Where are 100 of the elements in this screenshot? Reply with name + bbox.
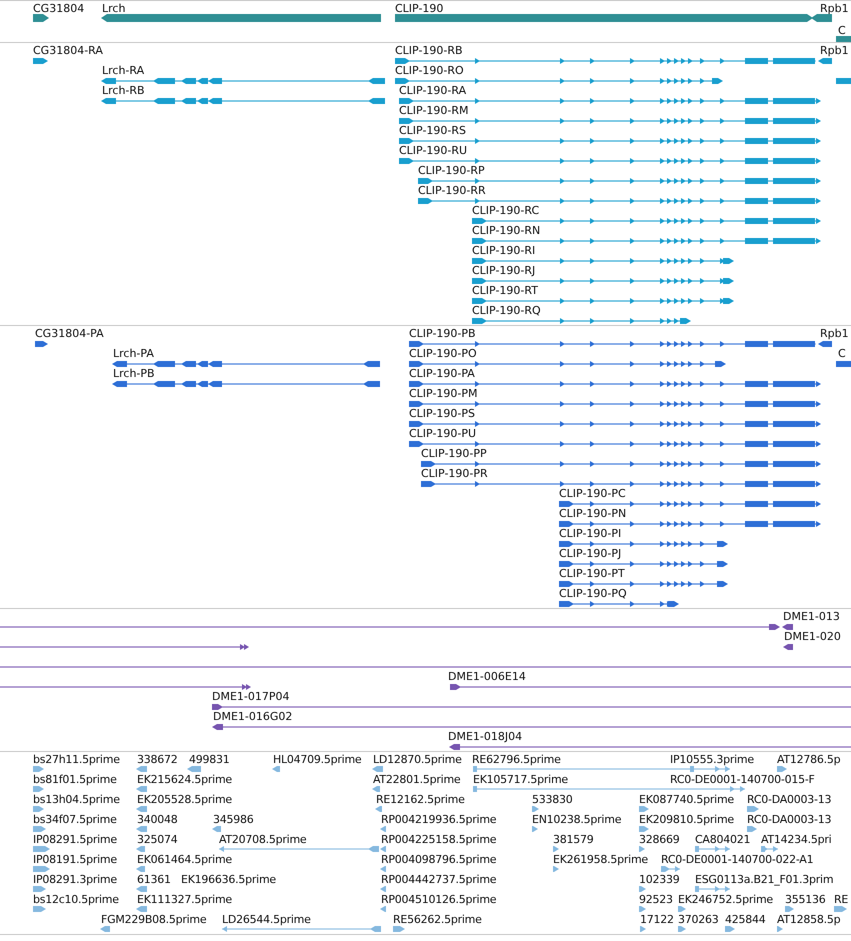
polypeptide-glyph[interactable] <box>836 359 851 369</box>
transcript-glyph[interactable] <box>418 176 820 186</box>
est-glyph[interactable] <box>33 764 43 774</box>
est-glyph[interactable] <box>553 844 558 854</box>
transcript-glyph[interactable] <box>472 256 733 266</box>
est-glyph[interactable] <box>373 784 380 794</box>
est-glyph[interactable] <box>137 904 147 914</box>
transcript-glyph[interactable] <box>399 116 820 126</box>
transcript-glyph[interactable] <box>395 56 815 66</box>
est-glyph[interactable] <box>33 904 45 914</box>
transcript-glyph[interactable] <box>472 236 820 246</box>
est-glyph[interactable] <box>553 864 558 874</box>
est-glyph[interactable] <box>381 844 385 854</box>
transcript-glyph[interactable] <box>472 316 690 325</box>
clone-glyph[interactable] <box>213 722 851 732</box>
est-glyph[interactable] <box>137 764 147 774</box>
gene-glyph[interactable] <box>395 13 812 23</box>
est-glyph[interactable] <box>33 824 45 834</box>
est-glyph[interactable] <box>532 804 538 814</box>
est-glyph[interactable] <box>213 824 221 834</box>
est-glyph[interactable] <box>695 884 730 894</box>
polypeptide-glyph[interactable] <box>819 339 832 349</box>
est-glyph[interactable] <box>761 844 778 854</box>
polypeptide-glyph[interactable] <box>409 379 820 389</box>
est-glyph[interactable] <box>188 764 201 774</box>
est-glyph[interactable] <box>678 924 685 934</box>
polypeptide-glyph[interactable] <box>113 359 380 369</box>
est-glyph[interactable] <box>747 824 756 834</box>
polypeptide-glyph[interactable] <box>559 559 727 569</box>
est-glyph[interactable] <box>639 844 644 854</box>
transcript-glyph[interactable] <box>472 216 820 226</box>
polypeptide-glyph[interactable] <box>113 379 380 389</box>
polypeptide-glyph[interactable] <box>421 459 820 469</box>
est-glyph[interactable] <box>639 824 648 834</box>
est-glyph[interactable] <box>690 764 730 774</box>
est-glyph[interactable] <box>381 904 385 914</box>
clone-glyph[interactable] <box>0 622 778 632</box>
est-glyph[interactable] <box>785 904 793 914</box>
transcript-glyph[interactable] <box>418 196 820 206</box>
clone-glyph[interactable] <box>450 742 851 751</box>
est-glyph[interactable] <box>393 924 404 934</box>
est-glyph[interactable] <box>137 804 147 814</box>
est-glyph[interactable] <box>33 784 43 794</box>
clone-glyph[interactable] <box>450 682 851 692</box>
est-glyph[interactable] <box>777 924 782 934</box>
gene-glyph[interactable] <box>33 13 47 23</box>
clone-glyph[interactable] <box>0 642 248 652</box>
polypeptide-glyph[interactable] <box>409 359 725 369</box>
est-glyph[interactable] <box>137 784 147 794</box>
est-glyph[interactable] <box>33 844 49 854</box>
est-glyph[interactable] <box>532 824 537 834</box>
est-glyph[interactable] <box>137 844 145 854</box>
est-glyph[interactable] <box>137 824 147 834</box>
est-glyph[interactable] <box>273 764 280 774</box>
est-glyph[interactable] <box>33 884 45 894</box>
est-glyph[interactable] <box>777 764 786 774</box>
est-glyph[interactable] <box>695 844 730 854</box>
transcript-glyph[interactable] <box>472 296 733 306</box>
est-glyph[interactable] <box>639 904 645 914</box>
transcript-glyph[interactable] <box>472 276 733 286</box>
transcript-glyph[interactable] <box>836 76 851 86</box>
est-glyph[interactable] <box>639 884 645 894</box>
est-glyph[interactable] <box>222 924 381 934</box>
transcript-glyph[interactable] <box>399 96 820 106</box>
transcript-glyph[interactable] <box>102 76 385 86</box>
transcript-glyph[interactable] <box>395 76 722 86</box>
polypeptide-glyph[interactable] <box>559 519 820 529</box>
polypeptide-glyph[interactable] <box>35 339 47 349</box>
est-glyph[interactable] <box>137 864 145 874</box>
est-glyph[interactable] <box>381 824 385 834</box>
transcript-glyph[interactable] <box>819 56 832 66</box>
est-glyph[interactable] <box>747 804 758 814</box>
est-glyph[interactable] <box>33 804 43 814</box>
polypeptide-glyph[interactable] <box>421 479 820 489</box>
est-glyph[interactable] <box>373 764 383 774</box>
transcript-glyph[interactable] <box>399 136 820 146</box>
est-glyph[interactable] <box>473 784 745 794</box>
est-glyph[interactable] <box>725 924 734 934</box>
transcript-glyph[interactable] <box>399 156 820 166</box>
est-glyph[interactable] <box>33 864 49 874</box>
polypeptide-glyph[interactable] <box>409 339 815 349</box>
est-glyph[interactable] <box>678 904 685 914</box>
est-glyph[interactable] <box>640 924 645 934</box>
gene-glyph[interactable] <box>102 13 381 23</box>
polypeptide-glyph[interactable] <box>559 499 820 509</box>
est-glyph[interactable] <box>376 804 382 814</box>
est-glyph[interactable] <box>639 804 648 814</box>
polypeptide-glyph[interactable] <box>559 599 678 608</box>
est-glyph[interactable] <box>137 884 147 894</box>
polypeptide-glyph[interactable] <box>409 419 820 429</box>
clone-glyph[interactable] <box>0 682 250 692</box>
gene-glyph[interactable] <box>836 35 851 42</box>
polypeptide-glyph[interactable] <box>409 399 820 409</box>
clone-glyph[interactable] <box>212 702 851 712</box>
transcript-glyph[interactable] <box>102 96 385 106</box>
polypeptide-glyph[interactable] <box>559 579 727 589</box>
gene-glyph[interactable] <box>812 13 832 23</box>
est-glyph[interactable] <box>381 864 385 874</box>
transcript-glyph[interactable] <box>33 56 47 66</box>
est-glyph[interactable] <box>381 884 385 894</box>
